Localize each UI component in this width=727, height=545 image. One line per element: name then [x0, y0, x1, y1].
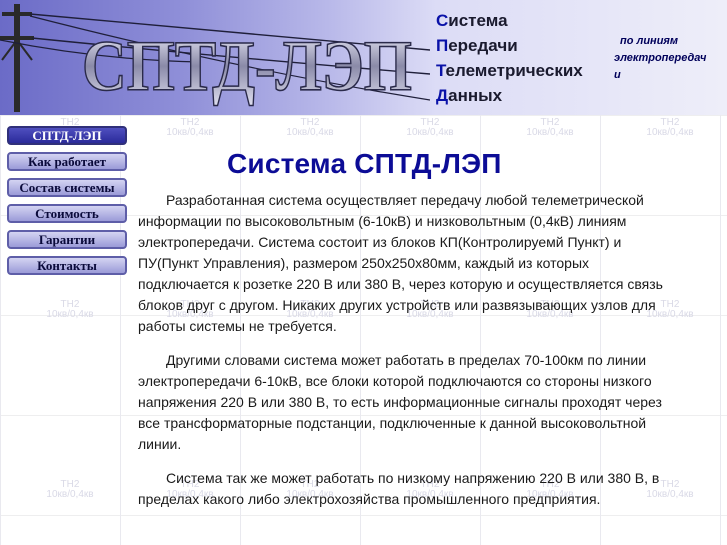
watermark-substation-label: ТН210кв/0,4кв: [46, 299, 94, 320]
utility-pole-icon: [0, 4, 34, 112]
paragraph-3: Система так же может работать по низкому…: [138, 470, 660, 507]
watermark-substation-label: ТН210кв/0,4кв: [646, 117, 694, 138]
logo-wordmark: СПТД-ЛЭП: [82, 26, 412, 106]
nav-item-contacts[interactable]: Контакты: [7, 256, 127, 275]
nav-item-how-it-works[interactable]: Как работает: [7, 152, 127, 171]
title-line-1: Система: [436, 11, 508, 30]
sidebar-nav: СПТД-ЛЭП Как работает Состав системы Сто…: [7, 126, 127, 282]
system-title-block: Система Передачи Телеметрических Данных: [436, 8, 583, 108]
nav-item-warranty[interactable]: Гарантии: [7, 230, 127, 249]
title-line-4: Данных: [436, 86, 503, 105]
subtitle-line-3: и: [614, 69, 621, 81]
title-line-3: Телеметрических: [436, 61, 583, 80]
nav-item-system-composition[interactable]: Состав системы: [7, 178, 127, 197]
watermark-substation-label: ТН210кв/0,4кв: [406, 117, 454, 138]
main-content: Разработанная система осуществляет перед…: [138, 190, 678, 523]
subtitle-line-1: по линиям: [620, 35, 679, 47]
nav-item-cost[interactable]: Стоимость: [7, 204, 127, 223]
subtitle-line-2: электропередач: [614, 52, 707, 64]
subtitle-block: по линиям электропередач и: [614, 33, 726, 84]
watermark-substation-label: ТН210кв/0,4кв: [526, 117, 574, 138]
watermark-substation-label: ТН210кв/0,4кв: [166, 117, 214, 138]
nav-item-home[interactable]: СПТД-ЛЭП: [7, 126, 127, 145]
page-title: Система СПТД-ЛЭП: [227, 147, 502, 179]
power-line-logo: СПТД-ЛЭП: [0, 4, 430, 112]
watermark-substation-label: ТН210кв/0,4кв: [286, 117, 334, 138]
title-line-2: Передачи: [436, 36, 518, 55]
header-banner: СПТД-ЛЭП Система Передачи Телеметрически…: [0, 0, 727, 115]
watermark-substation-label: ТН210кв/0,4кв: [46, 479, 94, 500]
paragraph-2: Другими словами система может работать в…: [138, 352, 662, 452]
paragraph-1: Разработанная система осуществляет перед…: [138, 192, 663, 334]
